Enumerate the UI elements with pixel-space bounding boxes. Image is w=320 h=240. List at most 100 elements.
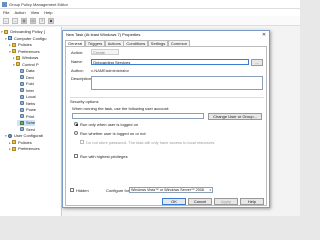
menu-file[interactable]: File: [3, 9, 9, 16]
ok-button[interactable]: OK: [162, 198, 186, 205]
do-not-store-password-checkbox: [80, 140, 84, 144]
tree-item[interactable]: Devi: [17, 75, 34, 81]
tree-item-label: Fold: [26, 81, 34, 86]
configure-for-value: Windows Vista™ or Windows Server™ 2008: [131, 188, 204, 192]
change-user-or-group-button[interactable]: Change User or Group...: [208, 112, 262, 120]
tree-item[interactable]: Fold: [17, 81, 34, 87]
tree-item[interactable]: Sche: [17, 120, 36, 126]
apply-button[interactable]: Apply: [214, 198, 238, 205]
tree-item-label: Computer Configu: [14, 35, 47, 41]
tree-item-label: Policies: [18, 42, 32, 47]
hidden-checkbox[interactable]: [70, 188, 74, 192]
tree-item-label: Powe: [26, 107, 37, 112]
console-view-icon[interactable]: ▣: [48, 17, 54, 24]
description-input[interactable]: [91, 76, 263, 90]
tree-item[interactable]: Data: [17, 68, 34, 74]
tree-item[interactable]: ▾ User Configurati: [5, 133, 43, 139]
run-with-highest-privileges-label: Run with highest privileges: [80, 153, 128, 159]
help-icon[interactable]: ?: [39, 17, 45, 24]
author-value: v-NAMEadministrator: [91, 68, 130, 73]
tree-item[interactable]: Inter: [17, 88, 34, 94]
tree-item[interactable]: ▾ Preferences: [9, 49, 40, 55]
forward-icon[interactable]: →: [12, 17, 18, 24]
tree-item[interactable]: Print: [17, 114, 34, 120]
author-label: Author:: [71, 68, 84, 73]
help-button[interactable]: Help: [240, 198, 264, 205]
do-not-store-password-label: Do not store password. The task will onl…: [86, 139, 215, 145]
tree-item[interactable]: Servi: [17, 127, 35, 133]
preference-item-icon: [20, 127, 24, 131]
main-menu-bar: File Action View Help: [0, 9, 300, 16]
tree-item-label: Print: [26, 113, 35, 119]
preference-item-icon: [20, 81, 24, 86]
tree-item-label: Data: [26, 68, 35, 73]
console-tree: ▾ Onboarding Policy [▾ Computer Configu ▸ Po…: [0, 27, 62, 216]
main-toolbar: ← → ▦ ▤ ? ▣: [0, 16, 300, 26]
tree-item-label: Control P: [22, 61, 39, 67]
close-icon[interactable]: ✕: [261, 32, 267, 38]
user-account-field: [72, 113, 204, 119]
tree-item[interactable]: ▾ Onboarding Policy [: [1, 29, 45, 35]
security-divider: [70, 97, 264, 98]
description-label: Description:: [71, 76, 93, 81]
tree-item-label: Sche: [26, 120, 36, 125]
tree-item-label: Local: [26, 94, 36, 99]
user-icon: [8, 133, 12, 138]
computer-icon: [8, 36, 12, 40]
name-browse-button[interactable]: ...: [251, 58, 263, 66]
preference-item-icon: [20, 75, 24, 79]
tree-item-label: Preferences: [18, 48, 40, 54]
tree-item[interactable]: ▸ Policies: [9, 42, 32, 48]
preference-item-icon: [20, 101, 24, 105]
folder-icon: [16, 62, 20, 66]
tree-item[interactable]: ▸ Preferences: [9, 146, 40, 152]
tree-item[interactable]: Powe: [17, 107, 36, 113]
task-properties-dialog: New Task (At least Windows 7) Properties…: [62, 30, 270, 208]
tree-item-label: Policies: [18, 139, 32, 145]
gpme-app-icon: [2, 2, 7, 7]
folder-icon: [12, 42, 16, 47]
run-only-logged-on-label: Run only when user is logged on: [80, 121, 139, 127]
configure-for-label: Configure for:: [106, 187, 131, 193]
tree-item[interactable]: ▾ Computer Configu: [5, 36, 46, 42]
properties-icon[interactable]: ▤: [30, 17, 36, 24]
policy-icon: [4, 29, 8, 34]
tree-item-label: Netw: [26, 100, 36, 106]
name-label: Name:: [71, 59, 83, 64]
main-window-title: Group Policy Management Editor: [9, 2, 68, 7]
tree-item[interactable]: Local: [17, 94, 36, 100]
preference-item-icon: [20, 68, 24, 73]
folder-icon: [12, 140, 16, 144]
menu-view[interactable]: View: [31, 9, 40, 16]
dialog-title: New Task (At least Windows 7) Properties: [63, 31, 269, 39]
tree-item-label: Preferences: [18, 146, 40, 151]
run-whether-logged-on-radio[interactable]: [74, 131, 78, 135]
tree-item-label: Onboarding Policy [: [10, 29, 45, 34]
cancel-button[interactable]: Cancel: [188, 198, 212, 205]
configure-for-dropdown[interactable]: Windows Vista™ or Windows Server™ 2008 ▾: [129, 187, 213, 193]
tree-item[interactable]: ▸ Windows: [13, 55, 38, 61]
folder-icon: [12, 49, 16, 53]
tree-item-label: Inter: [26, 87, 35, 93]
hidden-label: Hidden: [76, 187, 89, 193]
folder-icon: [12, 146, 16, 151]
run-with-highest-privileges-checkbox[interactable]: [74, 154, 78, 158]
preference-item-icon: [20, 94, 24, 99]
tree-item[interactable]: ▸ Policies: [9, 140, 32, 146]
menu-help[interactable]: Help: [44, 9, 52, 16]
menu-action[interactable]: Action: [14, 9, 25, 16]
show-hide-tree-icon[interactable]: ▦: [21, 17, 27, 24]
name-input[interactable]: Onboarding Services: [91, 59, 249, 65]
general-tab-panel: Action: Create Name: Onboarding Services…: [65, 46, 267, 206]
preference-item-icon: [20, 114, 24, 118]
action-label: Action:: [71, 50, 84, 55]
chevron-down-icon: ▾: [209, 188, 211, 192]
tree-item[interactable]: Netw: [17, 101, 35, 107]
folder-icon: [16, 55, 20, 60]
tree-item[interactable]: ▾ Control P: [13, 62, 39, 68]
back-icon[interactable]: ←: [3, 17, 9, 24]
tree-item-label: Windows: [22, 55, 39, 60]
run-whether-logged-on-label: Run whether user is logged on or not: [80, 130, 146, 136]
run-only-logged-on-radio[interactable]: [74, 122, 78, 126]
tree-item-label: Servi: [26, 126, 36, 132]
